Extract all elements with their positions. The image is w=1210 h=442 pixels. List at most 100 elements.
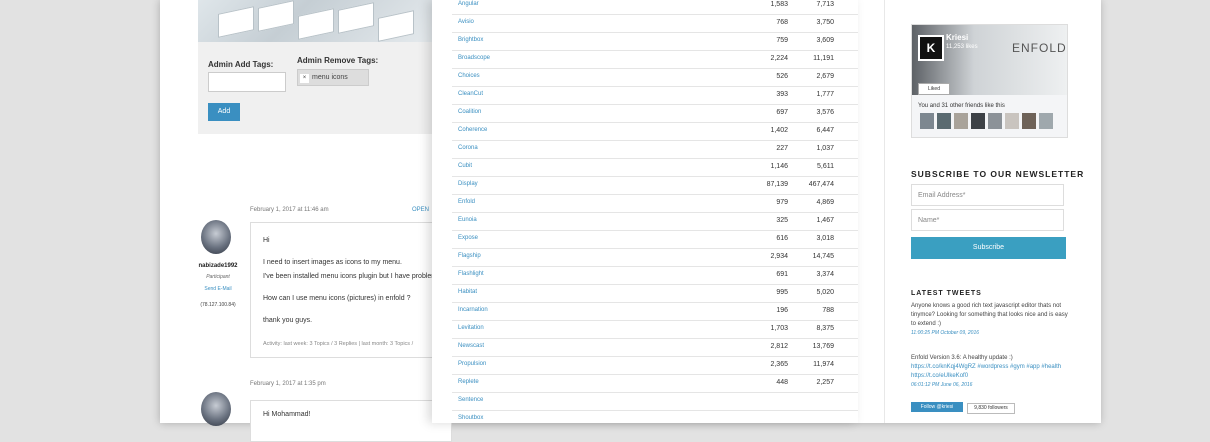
author-ip: (78.127.100.84) <box>200 302 236 308</box>
stat-value: 1,037 <box>816 145 834 152</box>
kriesi-logo-icon: K <box>918 35 944 61</box>
theme-name-link[interactable]: Flashlight <box>458 271 484 277</box>
theme-name-link[interactable]: Broadscope <box>458 55 490 61</box>
tweet-date[interactable]: 11:00:25 PM October 09, 2016 <box>911 329 1069 338</box>
theme-name-link[interactable]: Shoutbox <box>458 415 483 421</box>
stat-value: 3,609 <box>816 37 834 44</box>
friend-avatar[interactable] <box>971 113 985 129</box>
theme-name-link[interactable]: Incarnation <box>458 307 488 313</box>
stat-value: 448 <box>776 379 788 386</box>
remove-tag-chip[interactable]: × menu icons <box>297 69 369 86</box>
post-line: Hi Mohammad! <box>263 411 311 418</box>
post-date: February 1, 2017 at 11:46 am <box>250 207 329 213</box>
sidebar: K Kriesi 11,253 likes ENFOLD Liked You a… <box>884 0 1101 423</box>
theme-name-link[interactable]: Newscast <box>458 343 484 349</box>
post-line: I've been installed menu icons plugin bu… <box>263 273 438 280</box>
friend-avatar[interactable] <box>920 113 934 129</box>
stat-value: 1,777 <box>816 91 834 98</box>
banner-thumb <box>218 6 254 38</box>
friend-avatar[interactable] <box>1005 113 1019 129</box>
open-link[interactable]: OPEN <box>412 207 429 213</box>
table-row: Levitation 1,703 8,375 <box>452 320 858 339</box>
friend-avatar[interactable] <box>988 113 1002 129</box>
subscribe-button[interactable]: Subscribe <box>911 237 1066 259</box>
stat-value: 697 <box>776 109 788 116</box>
theme-name-link[interactable]: Display <box>458 181 478 187</box>
table-row: Flashlight 691 3,374 <box>452 266 858 285</box>
newsletter-email-field[interactable]: Email Address* <box>911 184 1064 206</box>
theme-name-link[interactable]: Brightbox <box>458 37 483 43</box>
tweet-date[interactable]: 06:01:12 PM June 06, 2016 <box>911 381 1069 390</box>
friend-avatar[interactable] <box>954 113 968 129</box>
stat-value: 1,467 <box>816 217 834 224</box>
table-row: Corona 227 1,037 <box>452 140 858 159</box>
theme-name-link[interactable]: CleanCut <box>458 91 483 97</box>
stat-value: 7,713 <box>816 1 834 8</box>
post-line: Hi <box>263 237 270 244</box>
avatar[interactable] <box>201 220 231 254</box>
theme-name-link[interactable]: Levitation <box>458 325 484 331</box>
add-tag-button[interactable]: Add <box>208 103 240 121</box>
facebook-like-box[interactable]: K Kriesi 11,253 likes ENFOLD Liked You a… <box>911 24 1068 138</box>
post-body: Hi Mohammad! <box>250 400 452 442</box>
author-role: Participant <box>206 274 230 280</box>
theme-name-link[interactable]: Choices <box>458 73 480 79</box>
stat-value: 2,679 <box>816 73 834 80</box>
friend-avatar[interactable] <box>1022 113 1036 129</box>
stat-value: 2,812 <box>770 343 788 350</box>
theme-name-link[interactable]: Coherence <box>458 127 487 133</box>
add-tags-input[interactable] <box>208 72 286 92</box>
stat-value: 6,447 <box>816 127 834 134</box>
stat-value: 2,365 <box>770 361 788 368</box>
table-row: Shoutbox <box>452 410 858 423</box>
stat-value: 8,375 <box>816 325 834 332</box>
theme-name-link[interactable]: Corona <box>458 145 478 151</box>
post-line: thank you guys. <box>263 317 313 324</box>
tweet-link[interactable]: https://t.co/knKqj4WgRZ #wordpress #gym … <box>911 363 1069 381</box>
stat-value: 759 <box>776 37 788 44</box>
theme-banner-image <box>198 0 438 42</box>
theme-name-link[interactable]: Enfold <box>458 199 475 205</box>
send-email-link[interactable]: Send E-Mail <box>198 286 238 292</box>
table-row: Display 87,139 467,474 <box>452 176 858 195</box>
facebook-page-name[interactable]: Kriesi <box>946 33 968 42</box>
stat-value: 526 <box>776 73 788 80</box>
twitter-followers-count: 9,830 followers <box>967 403 1015 414</box>
friend-avatar[interactable] <box>937 113 951 129</box>
enfold-brand-text: ENFOLD <box>1012 41 1067 55</box>
remove-tag-value: menu icons <box>312 74 348 81</box>
avatar[interactable] <box>201 392 231 426</box>
theme-name-link[interactable]: Propulsion <box>458 361 486 367</box>
table-row: Choices 526 2,679 <box>452 68 858 87</box>
theme-name-link[interactable]: Avisio <box>458 19 474 25</box>
newsletter-heading: SUBSCRIBE TO OUR NEWSLETTER <box>911 169 1085 179</box>
theme-name-link[interactable]: Sentence <box>458 397 483 403</box>
remove-tag-x-icon[interactable]: × <box>300 74 309 83</box>
theme-name-link[interactable]: Angular <box>458 1 479 7</box>
tweet-text: Enfold Version 3.6: A healthy update :) <box>911 355 1013 361</box>
stat-value: 393 <box>776 91 788 98</box>
stat-value: 1,583 <box>770 1 788 8</box>
post-body: Hi I need to insert images as icons to m… <box>250 222 452 358</box>
theme-name-link[interactable]: Habitat <box>458 289 477 295</box>
theme-name-link[interactable]: Eunoia <box>458 217 477 223</box>
table-row: Angular 1,583 7,713 <box>452 0 858 15</box>
twitter-follow-button[interactable]: Follow @kriesi <box>911 402 963 412</box>
theme-name-link[interactable]: Expose <box>458 235 478 241</box>
stat-value: 3,576 <box>816 109 834 116</box>
facebook-liked-button[interactable]: Liked <box>918 83 950 95</box>
theme-name-link[interactable]: Coalition <box>458 109 481 115</box>
theme-name-link[interactable]: Cubit <box>458 163 472 169</box>
facebook-friends-text: You and 31 other friends like this <box>918 103 1005 109</box>
stat-value: 11,191 <box>813 55 834 62</box>
table-row: Enfold 979 4,869 <box>452 194 858 213</box>
activity-text: Activity: last week: 3 Topics / 3 Replie… <box>263 341 414 347</box>
author-name[interactable]: nabizade1992 <box>198 263 238 269</box>
stat-value: 87,139 <box>766 181 788 188</box>
newsletter-name-field[interactable]: Name* <box>911 209 1064 231</box>
theme-name-link[interactable]: Replete <box>458 379 479 385</box>
theme-name-link[interactable]: Flagship <box>458 253 481 259</box>
friend-avatar[interactable] <box>1039 113 1053 129</box>
stat-value: 11,974 <box>813 361 834 368</box>
banner-thumb <box>338 2 374 34</box>
